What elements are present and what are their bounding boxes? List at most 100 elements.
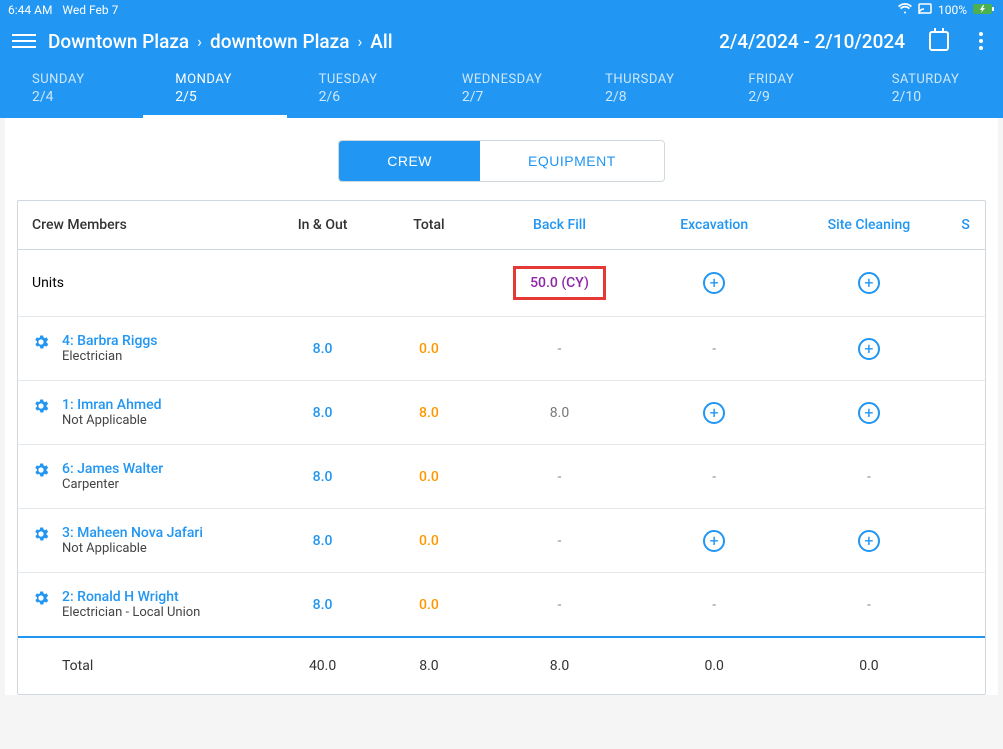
crew-table: Crew Members In & Out Total Back Fill Ex… — [18, 201, 985, 694]
units-backfill[interactable]: 50.0 (CY) — [513, 266, 606, 300]
table-row: 4: Barbra RiggsElectrician8.00.0--+ — [18, 317, 985, 381]
add-excavation-button[interactable]: + — [703, 530, 725, 552]
crew-name[interactable]: 1: Imran Ahmed — [62, 397, 161, 413]
units-row: Units 50.0 (CY) + + — [18, 250, 985, 317]
app-header: Downtown Plaza › downtown Plaza › All 2/… — [0, 20, 1003, 62]
crew-name[interactable]: 3: Maheen Nova Jafari — [62, 525, 203, 541]
gear-icon[interactable] — [32, 525, 50, 547]
table-row: 3: Maheen Nova JafariNot Applicable 8.0 0.… — [18, 509, 985, 573]
totals-backfill: 8.0 — [482, 637, 637, 694]
crew-name[interactable]: 2: Ronald H Wright — [62, 589, 200, 605]
chevron-right-icon: › — [357, 32, 362, 51]
tab-equipment[interactable]: EQUIPMENT — [480, 141, 664, 181]
totals-row: Total 40.0 8.0 8.0 0.0 0.0 — [18, 637, 985, 694]
tab-crew[interactable]: CREW — [339, 141, 480, 181]
day-tab[interactable]: MONDAY 2/5 — [143, 66, 286, 118]
totals-excavation: 0.0 — [637, 637, 792, 694]
day-date: 2/4 — [32, 89, 143, 105]
total-value: 0.0 — [419, 533, 439, 549]
day-date: 2/10 — [892, 89, 1003, 105]
inout-value[interactable]: 8.0 — [313, 341, 333, 357]
total-value: 0.0 — [419, 469, 439, 485]
inout-value[interactable]: 8.0 — [313, 405, 333, 421]
cell-dash: - — [712, 469, 716, 485]
battery-icon — [973, 3, 995, 18]
day-name: WEDNESDAY — [462, 72, 573, 87]
day-tab[interactable]: SATURDAY2/10 — [860, 66, 1003, 118]
cast-icon — [918, 3, 932, 18]
crew-role: Not Applicable — [62, 541, 203, 556]
day-date: 2/6 — [319, 89, 430, 105]
day-date: 2/8 — [605, 89, 716, 105]
cell-dash: - — [712, 597, 716, 613]
status-bar: 6:44 AM Wed Feb 7 100% — [0, 0, 1003, 20]
add-units-site[interactable]: + — [858, 272, 880, 294]
day-tab[interactable]: FRIDAY2/9 — [716, 66, 859, 118]
col-s[interactable]: S — [946, 201, 985, 250]
days-row: SUNDAY 2/4 MONDAY 2/5 TUESDAY 2/6 WEDNESDAY 2/7… — [0, 62, 1003, 118]
cell-value: 8.0 — [550, 405, 569, 421]
cell-dash: - — [867, 597, 871, 613]
totals-inout: 40.0 — [269, 637, 375, 694]
col-total: Total — [376, 201, 482, 250]
inout-value[interactable]: 8.0 — [313, 469, 333, 485]
day-name: TUESDAY — [319, 72, 430, 87]
more-icon[interactable] — [971, 32, 991, 50]
cell-dash: - — [867, 469, 871, 485]
add-site-button[interactable]: + — [858, 530, 880, 552]
day-date: 2/7 — [462, 89, 573, 105]
gear-icon[interactable] — [32, 397, 50, 419]
menu-icon[interactable] — [12, 34, 36, 48]
table-row: 1: Imran AhmedNot Applicable 8.0 8.0 8.0 + + — [18, 381, 985, 445]
gear-icon[interactable] — [32, 589, 50, 611]
total-value: 0.0 — [419, 341, 439, 357]
day-name: SUNDAY — [32, 72, 143, 87]
inout-value[interactable]: 8.0 — [313, 533, 333, 549]
gear-icon[interactable] — [32, 461, 50, 483]
battery-text: 100% — [938, 3, 967, 17]
crew-role: Not Applicable — [62, 413, 161, 428]
add-site-button[interactable]: + — [858, 338, 880, 360]
crew-role: Electrician — [62, 349, 158, 364]
totals-total: 8.0 — [376, 637, 482, 694]
add-site-button[interactable]: + — [858, 402, 880, 424]
totals-site: 0.0 — [792, 637, 947, 694]
day-tab[interactable]: WEDNESDAY 2/7 — [430, 66, 573, 118]
view-toggle: CREW EQUIPMENT — [338, 140, 665, 182]
gear-icon[interactable] — [32, 333, 50, 355]
total-value: 0.0 — [419, 597, 439, 613]
day-name: MONDAY — [175, 72, 286, 87]
date-range[interactable]: 2/4/2024 - 2/10/2024 — [719, 30, 905, 53]
cell-dash: - — [558, 533, 562, 549]
col-inout: In & Out — [269, 201, 375, 250]
breadcrumb[interactable]: Downtown Plaza › downtown Plaza › All — [48, 30, 707, 53]
day-tab[interactable]: TUESDAY 2/6 — [287, 66, 430, 118]
add-units-excavation[interactable]: + — [703, 272, 725, 294]
col-backfill[interactable]: Back Fill — [482, 201, 637, 250]
units-label: Units — [18, 250, 269, 317]
day-date: 2/9 — [748, 89, 859, 105]
status-date: Wed Feb 7 — [62, 3, 118, 17]
total-value: 8.0 — [419, 405, 439, 421]
crew-name[interactable]: 4: Barbra Riggs — [62, 333, 158, 349]
cell-dash: - — [558, 597, 562, 613]
breadcrumb-b: downtown Plaza — [210, 30, 349, 53]
day-tab[interactable]: THURSDAY 2/8 — [573, 66, 716, 118]
status-time: 6:44 AM — [8, 3, 52, 17]
col-members: Crew Members — [18, 201, 269, 250]
cell-dash: - — [558, 469, 562, 485]
inout-value[interactable]: 8.0 — [313, 597, 333, 613]
add-excavation-button[interactable]: + — [703, 402, 725, 424]
crew-role: Carpenter — [62, 477, 163, 492]
calendar-icon[interactable] — [929, 31, 949, 51]
table-row: 6: James WalterCarpenter 8.0 0.0 - - - — [18, 445, 985, 509]
crew-name[interactable]: 6: James Walter — [62, 461, 163, 477]
day-name: THURSDAY — [605, 72, 716, 87]
col-site[interactable]: Site Cleaning — [792, 201, 947, 250]
chevron-right-icon: › — [197, 32, 202, 51]
day-tab[interactable]: SUNDAY 2/4 — [0, 66, 143, 118]
col-excavation[interactable]: Excavation — [637, 201, 792, 250]
crew-role: Electrician - Local Union — [62, 605, 200, 620]
table-row: 2: Ronald H WrightElectrician - Local Un… — [18, 573, 985, 638]
day-date: 2/5 — [175, 89, 286, 105]
